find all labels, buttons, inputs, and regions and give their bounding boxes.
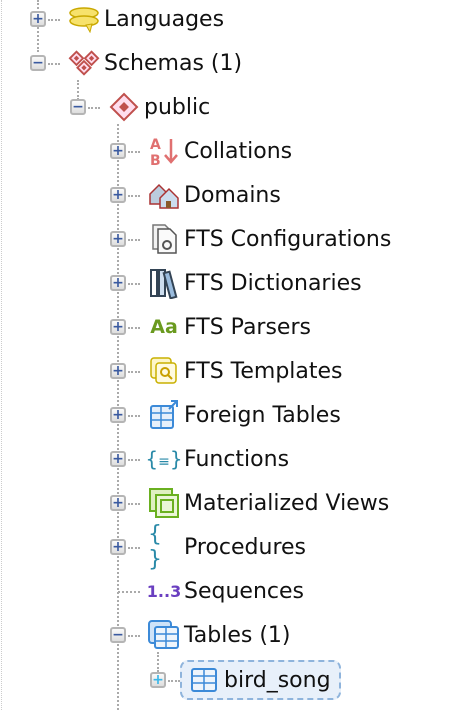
panel-edge	[1, 0, 2, 710]
node-label: FTS Configurations	[184, 226, 392, 252]
tree-node-domains[interactable]: Domains	[148, 175, 281, 215]
function-icon: {≡}	[145, 447, 183, 471]
schema-icon	[108, 91, 140, 123]
table-icon	[188, 664, 220, 696]
svg-text:B: B	[150, 153, 161, 167]
tree-node-foreign-tables[interactable]: Foreign Tables	[148, 395, 341, 435]
expand-toggle[interactable]: +	[30, 11, 46, 27]
fts-parser-icon: Aa	[150, 316, 178, 338]
tables-icon	[148, 619, 180, 651]
tree-node-fts-configurations[interactable]: FTS Configurations	[148, 219, 391, 259]
collation-icon: AB	[148, 135, 180, 167]
tree-line	[118, 591, 140, 593]
tree-line	[128, 459, 140, 461]
node-label: Foreign Tables	[184, 402, 341, 428]
selected-node[interactable]: bird_song	[180, 660, 341, 700]
languages-icon	[68, 3, 100, 35]
tree-node-fts-templates[interactable]: FTS Templates	[148, 351, 343, 391]
expand-toggle[interactable]: +	[110, 451, 126, 467]
tree-line	[128, 635, 140, 637]
procedure-icon: { }	[148, 522, 162, 572]
node-label: Procedures	[184, 534, 306, 560]
tree-line	[157, 652, 159, 672]
node-label: Collations	[184, 138, 293, 164]
tree-node-public[interactable]: public	[108, 87, 210, 127]
tree-node-schemas-1[interactable]: Schemas (1)	[68, 43, 242, 83]
expand-toggle[interactable]: +	[110, 495, 126, 511]
expand-toggle[interactable]: +	[110, 319, 126, 335]
tree-line	[88, 107, 100, 109]
expand-toggle[interactable]: +	[110, 539, 126, 555]
node-label: public	[144, 94, 211, 120]
sequence-icon: 1..3	[146, 581, 182, 601]
tree-line	[128, 239, 140, 241]
expand-toggle[interactable]: +	[110, 143, 126, 159]
domain-icon	[148, 179, 180, 211]
tree-line	[128, 151, 140, 153]
tree-line	[128, 547, 140, 549]
tree-node-sequences[interactable]: 1..3 Sequences	[146, 571, 304, 611]
expand-toggle[interactable]: +	[110, 363, 126, 379]
expand-toggle[interactable]: +	[110, 407, 126, 423]
tree-node-languages[interactable]: Languages	[68, 0, 224, 39]
tree-node-procedures[interactable]: { } Procedures	[148, 522, 306, 572]
svg-text:A: A	[150, 137, 161, 153]
tree-node-collations[interactable]: A B Collations	[148, 131, 292, 171]
tree-line	[128, 283, 140, 285]
tree-line	[48, 63, 60, 65]
collapse-toggle[interactable]: −	[70, 99, 86, 115]
node-label: Tables (1)	[184, 622, 291, 648]
expand-toggle[interactable]: +	[110, 231, 126, 247]
tree-line	[128, 371, 140, 373]
tree-line	[128, 327, 140, 329]
tree-node-functions[interactable]: {≡} Functions	[145, 439, 290, 479]
materialized-view-icon	[148, 487, 180, 519]
fts-template-icon	[148, 355, 180, 387]
collapse-toggle[interactable]: −	[110, 627, 126, 643]
tree-node-materialized-views[interactable]: Materialized Views	[148, 483, 389, 523]
schemas-icon	[68, 47, 100, 79]
node-label: Functions	[184, 446, 290, 472]
tree-node-bird-song[interactable]: bird_song	[180, 660, 341, 700]
tree-line	[168, 680, 180, 682]
expand-toggle[interactable]: +	[110, 275, 126, 291]
node-label: Materialized Views	[184, 490, 390, 516]
node-label: Schemas (1)	[104, 50, 243, 76]
node-label: Sequences	[184, 578, 304, 604]
node-label: bird_song	[224, 667, 331, 693]
tree-node-tables-1[interactable]: Tables (1)	[148, 615, 291, 655]
fts-dictionary-icon	[148, 267, 180, 299]
fts-configuration-icon	[148, 223, 180, 255]
tree-line	[77, 80, 79, 100]
tree-line	[48, 19, 60, 21]
node-label: FTS Templates	[184, 358, 343, 384]
tree-line	[128, 503, 140, 505]
tree-line	[128, 415, 140, 417]
tree-node-fts-dictionaries[interactable]: FTS Dictionaries	[148, 263, 362, 303]
node-label: Domains	[184, 182, 281, 208]
node-label: FTS Dictionaries	[184, 270, 362, 296]
node-label: Languages	[104, 6, 225, 32]
collapse-toggle[interactable]: −	[30, 55, 46, 71]
expand-toggle[interactable]: +	[110, 187, 126, 203]
tree-node-fts-parsers[interactable]: Aa FTS Parsers	[148, 307, 311, 347]
foreign-table-icon	[148, 399, 180, 431]
tree-line	[128, 195, 140, 197]
expand-toggle[interactable]: +	[150, 672, 166, 688]
node-label: FTS Parsers	[184, 314, 311, 340]
